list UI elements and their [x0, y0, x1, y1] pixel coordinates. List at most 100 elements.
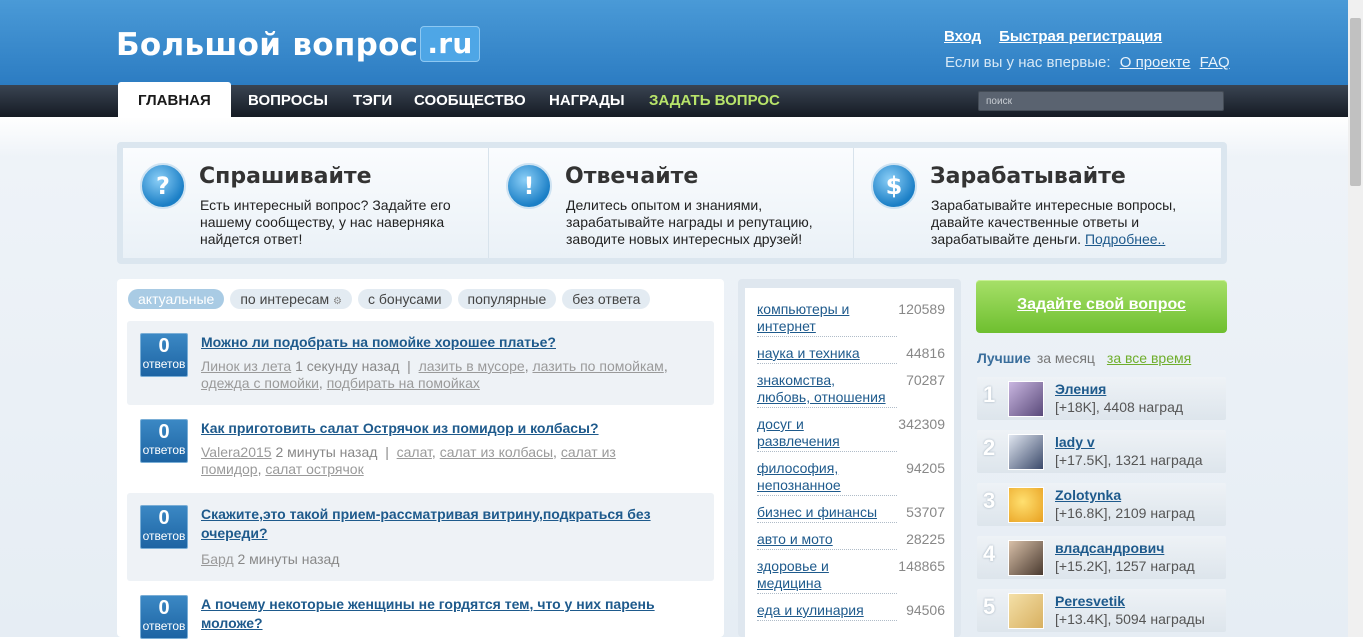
leader-stats: [+16.8K], 2109 наград: [1055, 505, 1195, 521]
category-item[interactable]: философия, непознанное 94205: [757, 460, 945, 496]
tag-link[interactable]: лазить в мусоре: [419, 358, 525, 374]
nav-community[interactable]: СООБЩЕСТВО: [414, 85, 526, 117]
register-link[interactable]: Быстрая регистрация: [999, 28, 1162, 45]
ask-question-button[interactable]: Задайте свой вопрос: [976, 280, 1227, 333]
question-title: Можно ли подобрать на помойке хорошее пл…: [201, 334, 556, 350]
leader-row: 3 Zolotynka [+16.8K], 2109 наград: [977, 483, 1226, 526]
promo-title: Спрашивайте: [199, 164, 372, 189]
leader-row: 2 lady v [+17.5K], 1321 награда: [977, 430, 1226, 473]
answers-badge: 0 ответов: [140, 595, 188, 639]
dollar-icon: $: [871, 163, 917, 209]
question-icon: ?: [140, 163, 186, 209]
category-item[interactable]: здоровье и медицина 148865: [757, 558, 945, 594]
leader-stats: [+13.4K], 5094 награды: [1055, 611, 1205, 627]
exclamation-icon: !: [506, 163, 552, 209]
leader-row: 1 Эления [+18K], 4408 наград: [977, 377, 1226, 420]
leader-name[interactable]: Эления: [1055, 381, 1106, 397]
author-link[interactable]: Бард: [201, 551, 234, 567]
category-item[interactable]: компьютеры и интернет 120589: [757, 301, 945, 337]
leaderboard-header: Лучшие за месяц за все время: [977, 350, 1191, 366]
category-item[interactable]: бизнес и финансы 53707: [757, 504, 945, 523]
category-item[interactable]: авто и мото 28225: [757, 531, 945, 550]
first-time-links: Если вы у нас впервые: О проекте FAQ: [945, 54, 1230, 71]
category-item[interactable]: наука и техника 44816: [757, 345, 945, 364]
leader-rank: 3: [983, 488, 996, 513]
tag-link[interactable]: салат из: [561, 444, 616, 460]
question-meta: Valera2015 2 минуты назад | салат, салат…: [201, 444, 616, 477]
category-item[interactable]: еда и кулинария 94506: [757, 602, 945, 621]
promo-title: Отвечайте: [565, 164, 699, 189]
question-item: 0 ответов Скажите,это такой прием-рассмат…: [127, 493, 714, 581]
leader-name[interactable]: владсандрович: [1055, 540, 1164, 556]
question-title: А почему некоторые женщины не гордятся т…: [201, 596, 655, 631]
avatar[interactable]: [1008, 434, 1044, 470]
question-item: 0 ответов Как приготовить салат Острячок …: [127, 407, 714, 491]
category-item[interactable]: досуг и развлечения 342309: [757, 416, 945, 452]
filter-unanswered[interactable]: без ответа: [562, 289, 651, 309]
leader-stats: [+18K], 4408 наград: [1055, 399, 1184, 415]
site-header: Большой вопрос .ru Вход Быстрая регистраци…: [0, 0, 1348, 85]
author-link[interactable]: Valera2015: [201, 444, 272, 460]
question-meta: Линок из лета 1 секунду назад | лазить в…: [201, 358, 668, 391]
tag-link[interactable]: салат: [397, 444, 432, 460]
answers-badge: 0 ответов: [140, 419, 188, 463]
filter-by-interest[interactable]: по интересам ⚙: [230, 289, 353, 309]
author-link[interactable]: Линок из лета: [201, 358, 291, 374]
search-input[interactable]: поиск: [978, 91, 1224, 111]
dotted-leader: [757, 549, 897, 550]
avatar[interactable]: [1008, 487, 1044, 523]
tag-link[interactable]: одежда с помойки: [201, 375, 319, 391]
scrollbar-thumb[interactable]: [1350, 18, 1361, 186]
question-item: 0 ответов Можно ли подобрать на помойке х…: [127, 321, 714, 405]
leader-rank: 1: [983, 382, 996, 407]
period-month[interactable]: за месяц: [1037, 350, 1095, 366]
leader-stats: [+15.2K], 1257 наград: [1055, 558, 1195, 574]
about-link[interactable]: О проекте: [1120, 54, 1191, 71]
tag-link[interactable]: салат острячок: [265, 461, 363, 477]
login-link[interactable]: Вход: [944, 28, 981, 45]
category-item[interactable]: знакомства, любовь, отношения 70287: [757, 372, 945, 408]
leader-row: 5 Peresvetik [+13.4K], 5094 награды: [977, 589, 1226, 632]
auth-links: Вход Быстрая регистрация: [944, 28, 1180, 45]
site-logo[interactable]: Большой вопрос .ru: [116, 26, 480, 63]
leader-stats: [+17.5K], 1321 награда: [1055, 452, 1203, 468]
tag-link[interactable]: подбирать на помойках: [327, 375, 480, 391]
filter-current[interactable]: актуальные: [128, 289, 225, 309]
nav-ask-question[interactable]: ЗАДАТЬ ВОПРОС: [649, 85, 780, 117]
filter-with-bonus[interactable]: с бонусами: [358, 289, 452, 309]
avatar[interactable]: [1008, 381, 1044, 417]
leader-rank: 5: [983, 594, 996, 619]
dotted-leader: [757, 495, 897, 496]
promo-ask: ? Спрашивайте Есть интересный вопрос? За…: [123, 148, 488, 258]
leader-name[interactable]: lady v: [1055, 434, 1095, 450]
question-title: Скажите,это такой прием-рассматривая вит…: [201, 506, 651, 541]
promo-text: Делитесь опытом и знаниями, зарабатывайте…: [566, 197, 813, 247]
tag-link[interactable]: салат из колбасы: [440, 444, 553, 460]
leader-name[interactable]: Zolotynka: [1055, 487, 1121, 503]
nav-awards[interactable]: НАГРАДЫ: [549, 85, 625, 117]
filter-popular[interactable]: популярные: [457, 289, 557, 309]
promo-answer: ! Отвечайте Делитесь опытом и знаниями, з…: [488, 148, 854, 258]
dotted-leader: [757, 620, 897, 621]
questions-panel: актуальные по интересам ⚙ с бонусами популя…: [117, 279, 724, 639]
tag-link[interactable]: лазить по помойкам: [532, 358, 663, 374]
promo-title: Зарабатывайте: [930, 164, 1126, 189]
settings-icon: ⚙: [333, 296, 343, 307]
period-all-time[interactable]: за все время: [1107, 350, 1191, 366]
avatar[interactable]: [1008, 540, 1044, 576]
leader-name[interactable]: Peresvetik: [1055, 593, 1125, 609]
avatar[interactable]: [1008, 593, 1044, 629]
nav-questions[interactable]: ВОПРОСЫ: [248, 85, 328, 117]
question-title: Как приготовить салат Острячок из помидо…: [201, 420, 599, 436]
question-meta: Бард 2 минуты назад: [201, 551, 340, 567]
more-link[interactable]: Подробнее..: [1085, 231, 1165, 247]
nav-tags[interactable]: ТЭГИ: [353, 85, 392, 117]
leader-row: 4 владсандрович [+15.2K], 1257 наград: [977, 536, 1226, 579]
tag-link[interactable]: помидор: [201, 461, 258, 477]
categories-panel: компьютеры и интернет 120589 наука и техн…: [738, 279, 961, 637]
promo-text: Есть интересный вопрос? Задайте его нашем…: [200, 197, 451, 247]
faq-link[interactable]: FAQ: [1200, 54, 1230, 71]
nav-home[interactable]: ГЛАВНАЯ: [118, 82, 231, 117]
dotted-leader: [757, 407, 897, 408]
promo-banner: ? Спрашивайте Есть интересный вопрос? За…: [117, 142, 1227, 264]
